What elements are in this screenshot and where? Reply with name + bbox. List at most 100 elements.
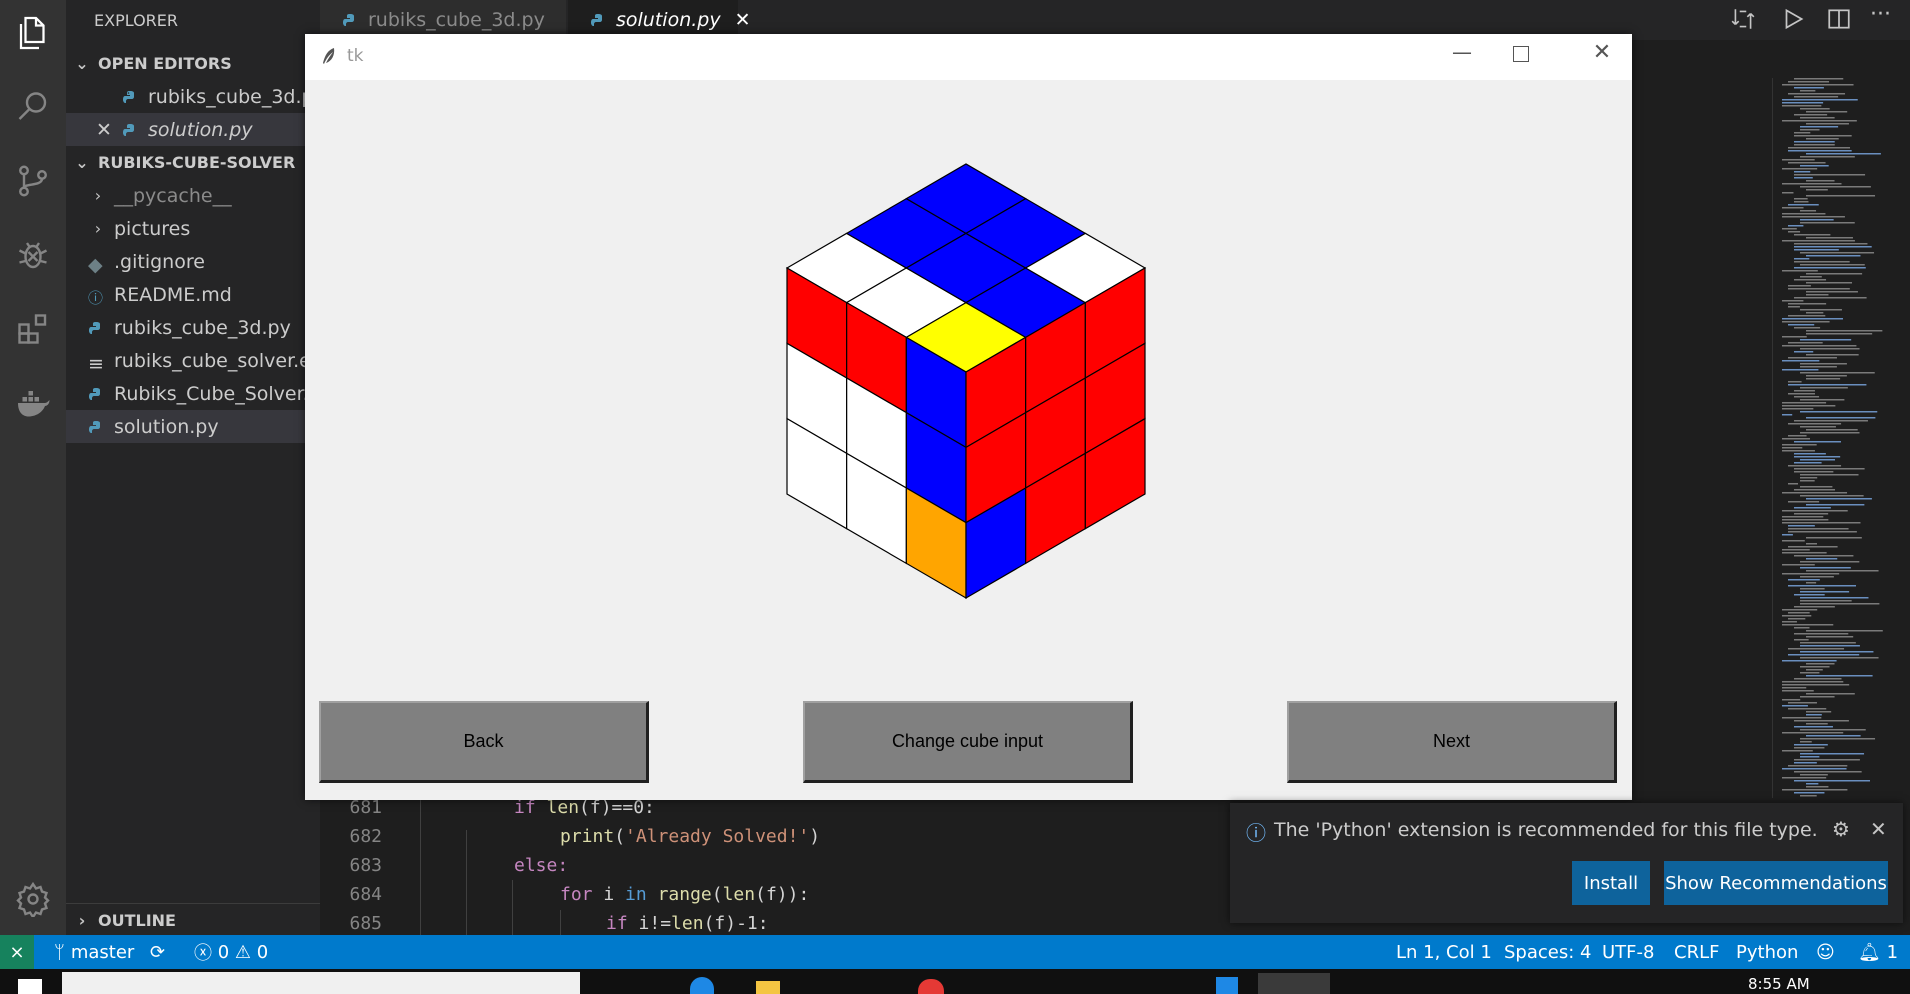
branch-indicator[interactable]: ᛘ master xyxy=(54,935,134,969)
file-explorer-icon[interactable] xyxy=(756,981,780,994)
files-icon[interactable] xyxy=(0,0,66,66)
encoding[interactable]: UTF-8 xyxy=(1602,935,1654,969)
file-item[interactable]: ≡ rubiks_cube_solver.exe xyxy=(66,344,342,377)
code-token: else: xyxy=(514,855,569,876)
minimap-line xyxy=(1782,321,1830,323)
language-mode[interactable]: Python xyxy=(1736,935,1798,969)
folder-header[interactable]: ⌄ RUBIKS-CUBE-SOLVER xyxy=(66,146,326,179)
code-token: 'Already Solved!' xyxy=(625,826,810,847)
folder-item[interactable]: › __pycache__ xyxy=(66,179,342,212)
file-label: __pycache__ xyxy=(114,184,232,207)
minimap-line xyxy=(1782,540,1805,542)
minimap-line xyxy=(1794,234,1831,236)
chrome-icon[interactable] xyxy=(918,979,944,994)
minimap-line xyxy=(1806,138,1839,140)
minimap-line xyxy=(1800,459,1836,461)
windows-taskbar: 8:55 AM xyxy=(0,969,1910,994)
folder-item[interactable]: › pictures xyxy=(66,212,342,245)
more-actions-icon[interactable]: ··· xyxy=(1870,2,1900,34)
minimap-line xyxy=(1806,291,1858,293)
minimap-line xyxy=(1788,81,1830,83)
settings-gear-icon[interactable] xyxy=(0,866,66,932)
code-token: ( xyxy=(614,826,626,847)
minimap-line xyxy=(1782,768,1847,770)
minimap-line xyxy=(1806,333,1873,335)
remote-icon[interactable]: ⨯ xyxy=(0,935,34,969)
file-item[interactable]: solution.py xyxy=(66,410,342,443)
run-icon[interactable] xyxy=(1780,6,1810,34)
compare-changes-icon[interactable] xyxy=(1730,6,1760,34)
file-item[interactable]: ⓘ README.md xyxy=(66,278,342,311)
minimap-line xyxy=(1806,636,1854,638)
open-editor-label: solution.py xyxy=(148,118,253,141)
minimap-line xyxy=(1806,294,1829,296)
split-editor-icon[interactable] xyxy=(1826,6,1856,34)
code-token: if xyxy=(606,913,628,934)
minimap-line xyxy=(1800,474,1859,476)
taskbar-search-box[interactable] xyxy=(62,972,580,994)
code-token: ( xyxy=(711,884,723,905)
problems-indicator[interactable]: ⓧ 0 ⚠ 0 xyxy=(194,935,268,969)
extensions-icon[interactable] xyxy=(0,296,66,362)
gear-icon[interactable]: ⚙ xyxy=(1832,817,1850,841)
source-control-icon[interactable] xyxy=(0,148,66,214)
close-icon[interactable]: ✕ xyxy=(96,119,122,141)
minimap-line xyxy=(1788,546,1838,548)
minimap-line xyxy=(1806,429,1858,431)
minimap-line xyxy=(1794,171,1811,173)
close-icon[interactable]: ✕ xyxy=(735,9,751,31)
minimap-line xyxy=(1782,699,1801,701)
indent-guide xyxy=(560,910,561,935)
show-recommendations-button[interactable]: Show Recommendations xyxy=(1664,861,1888,905)
minimap-line xyxy=(1800,480,1815,482)
minimap-line xyxy=(1800,387,1848,389)
warning-icon: ⚠ xyxy=(234,941,252,963)
minimap-line xyxy=(1788,306,1800,308)
minimap-line xyxy=(1806,255,1861,257)
debug-icon[interactable] xyxy=(0,222,66,288)
minimap-line xyxy=(1806,189,1828,191)
minimap-line xyxy=(1788,225,1804,227)
open-editors-header[interactable]: ⌄ OPEN EDITORS xyxy=(66,47,326,80)
line-ending[interactable]: CRLF xyxy=(1674,935,1719,969)
outline-header[interactable]: › OUTLINE xyxy=(66,903,326,937)
sync-icon[interactable]: ⟳ xyxy=(150,935,165,969)
minimap-line xyxy=(1800,252,1875,254)
back-button[interactable]: Back xyxy=(319,701,649,783)
minimap-line xyxy=(1794,606,1835,608)
docker-icon[interactable] xyxy=(0,370,66,436)
minimap-line xyxy=(1782,690,1814,692)
cursor-position[interactable]: Ln 1, Col 1 xyxy=(1396,935,1492,969)
code-token: print xyxy=(560,826,615,847)
change-cube-input-button[interactable]: Change cube input xyxy=(803,701,1133,783)
minimap-line xyxy=(1794,468,1865,470)
minimap-line xyxy=(1788,150,1852,152)
minimap-line xyxy=(1806,735,1861,737)
minimap[interactable] xyxy=(1778,78,1898,798)
install-button[interactable]: Install xyxy=(1572,861,1650,905)
notifications-indicator[interactable]: 🔔︎ 1 xyxy=(1858,935,1898,969)
minimap-line xyxy=(1794,96,1839,98)
branch-label: master xyxy=(70,941,135,963)
search-icon[interactable] xyxy=(0,74,66,140)
close-icon[interactable]: ✕ xyxy=(1870,817,1887,841)
next-button[interactable]: Next xyxy=(1287,701,1617,783)
minimap-line xyxy=(1794,267,1866,269)
file-item[interactable]: rubiks_cube_3d.py xyxy=(66,311,342,344)
vscode-taskbar-icon[interactable] xyxy=(1216,977,1238,994)
minimap-line xyxy=(1782,438,1810,440)
file-item[interactable]: Rubiks_Cube_Solver.py xyxy=(66,377,342,410)
minimap-line xyxy=(1794,141,1835,143)
windows-start-icon[interactable] xyxy=(18,979,42,994)
minimap-line xyxy=(1782,621,1797,623)
edge-icon[interactable] xyxy=(690,977,714,994)
file-item[interactable]: ◆ .gitignore xyxy=(66,245,342,278)
indentation[interactable]: Spaces: 4 xyxy=(1504,935,1591,969)
minimap-line xyxy=(1794,762,1817,764)
minimap-line xyxy=(1788,465,1842,467)
minimap-line xyxy=(1800,399,1845,401)
feedback-icon[interactable]: ☺ xyxy=(1816,935,1835,969)
tk-taskbar-item[interactable] xyxy=(1258,973,1330,994)
minimap-line xyxy=(1788,384,1867,386)
